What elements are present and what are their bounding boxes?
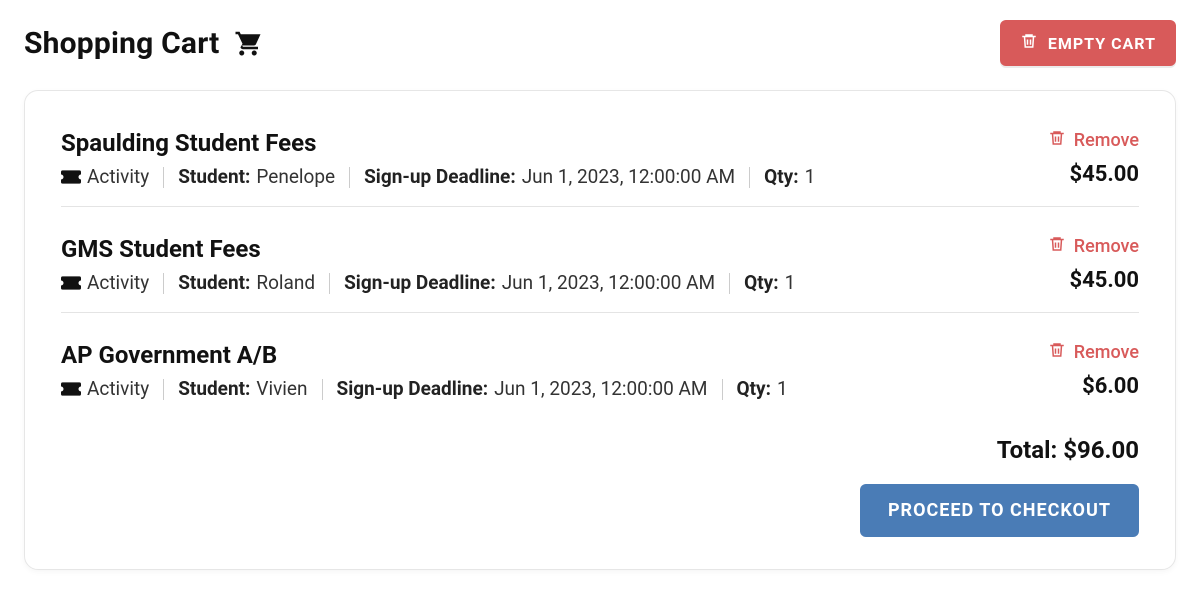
student-value: Penelope	[256, 167, 335, 188]
item-meta: Activity Student: Roland Sign-up Deadlin…	[61, 273, 979, 294]
item-name: Spaulding Student Fees	[61, 129, 979, 157]
student-segment: Student: Roland	[164, 273, 330, 294]
page-header: Shopping Cart EMPTY CART	[24, 20, 1176, 66]
qty-value: 1	[805, 167, 816, 188]
trash-icon	[1048, 235, 1066, 258]
activity-segment: Activity	[61, 273, 164, 294]
activity-label: Activity	[87, 167, 149, 188]
qty-value: 1	[785, 273, 796, 294]
trash-icon	[1048, 341, 1066, 364]
checkout-label: PROCEED TO CHECKOUT	[888, 500, 1111, 521]
item-price: $45.00	[1070, 268, 1140, 293]
total-line: Total: $96.00	[997, 436, 1139, 464]
total-label: Total:	[997, 436, 1057, 464]
ticket-icon	[61, 169, 81, 185]
remove-button[interactable]: Remove	[1048, 235, 1139, 258]
cart-card: Spaulding Student Fees Activity Student:…	[24, 90, 1176, 570]
empty-cart-button[interactable]: EMPTY CART	[1000, 20, 1176, 66]
checkout-button[interactable]: PROCEED TO CHECKOUT	[860, 484, 1139, 537]
deadline-label: Sign-up Deadline:	[337, 379, 489, 400]
item-meta: Activity Student: Penelope Sign-up Deadl…	[61, 167, 979, 188]
activity-label: Activity	[87, 273, 149, 294]
cart-item: Spaulding Student Fees Activity Student:…	[61, 101, 1139, 207]
cart-item-main: Spaulding Student Fees Activity Student:…	[61, 129, 979, 188]
ticket-icon	[61, 381, 81, 397]
student-segment: Student: Vivien	[164, 379, 322, 400]
deadline-segment: Sign-up Deadline: Jun 1, 2023, 12:00:00 …	[350, 167, 750, 188]
student-value: Roland	[256, 273, 315, 294]
qty-segment: Qty: 1	[723, 379, 802, 400]
cart-item: GMS Student Fees Activity Student: Rolan…	[61, 207, 1139, 313]
trash-icon	[1048, 129, 1066, 152]
cart-item: AP Government A/B Activity Student: Vivi…	[61, 313, 1139, 418]
qty-segment: Qty: 1	[730, 273, 809, 294]
deadline-value: Jun 1, 2023, 12:00:00 AM	[522, 167, 735, 188]
cart-item-main: GMS Student Fees Activity Student: Rolan…	[61, 235, 979, 294]
activity-label: Activity	[87, 379, 149, 400]
remove-label: Remove	[1074, 236, 1139, 257]
item-meta: Activity Student: Vivien Sign-up Deadlin…	[61, 379, 979, 400]
activity-segment: Activity	[61, 167, 164, 188]
ticket-icon	[61, 275, 81, 291]
deadline-label: Sign-up Deadline:	[344, 273, 496, 294]
student-segment: Student: Penelope	[164, 167, 350, 188]
deadline-value: Jun 1, 2023, 12:00:00 AM	[502, 273, 715, 294]
qty-value: 1	[777, 379, 788, 400]
cart-item-actions: Remove $45.00	[979, 129, 1139, 187]
student-label: Student:	[178, 273, 250, 294]
remove-label: Remove	[1074, 130, 1139, 151]
title-group: Shopping Cart	[24, 26, 263, 61]
cart-icon	[233, 28, 263, 58]
cart-item-actions: Remove $6.00	[979, 341, 1139, 399]
trash-icon	[1020, 32, 1038, 54]
student-value: Vivien	[256, 379, 307, 400]
qty-segment: Qty: 1	[750, 167, 829, 188]
remove-button[interactable]: Remove	[1048, 341, 1139, 364]
item-price: $45.00	[1070, 162, 1140, 187]
page-title: Shopping Cart	[24, 26, 219, 61]
total-amount: $96.00	[1063, 436, 1139, 464]
qty-label: Qty:	[737, 379, 771, 400]
deadline-value: Jun 1, 2023, 12:00:00 AM	[494, 379, 707, 400]
activity-segment: Activity	[61, 379, 164, 400]
empty-cart-label: EMPTY CART	[1048, 34, 1156, 53]
deadline-segment: Sign-up Deadline: Jun 1, 2023, 12:00:00 …	[323, 379, 723, 400]
item-name: AP Government A/B	[61, 341, 979, 369]
deadline-segment: Sign-up Deadline: Jun 1, 2023, 12:00:00 …	[330, 273, 730, 294]
deadline-label: Sign-up Deadline:	[364, 167, 516, 188]
qty-label: Qty:	[744, 273, 778, 294]
cart-footer: Total: $96.00 PROCEED TO CHECKOUT	[61, 436, 1139, 537]
item-name: GMS Student Fees	[61, 235, 979, 263]
student-label: Student:	[178, 167, 250, 188]
student-label: Student:	[178, 379, 250, 400]
remove-label: Remove	[1074, 342, 1139, 363]
cart-item-main: AP Government A/B Activity Student: Vivi…	[61, 341, 979, 400]
qty-label: Qty:	[764, 167, 798, 188]
remove-button[interactable]: Remove	[1048, 129, 1139, 152]
item-price: $6.00	[1082, 374, 1139, 399]
cart-item-actions: Remove $45.00	[979, 235, 1139, 293]
